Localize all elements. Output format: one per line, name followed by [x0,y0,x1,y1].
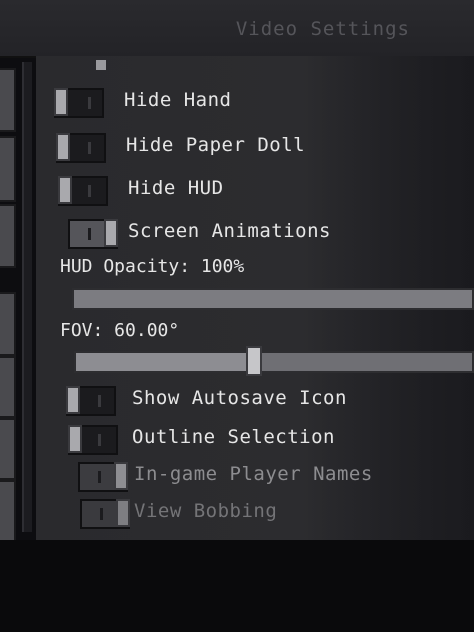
sidebar-tab[interactable] [0,136,16,202]
hide-paper-doll-toggle[interactable] [56,133,106,163]
toggle-mark [88,97,91,109]
hud-opacity-slider[interactable] [72,288,474,310]
toggle-mark [88,185,91,197]
toggle-knob [58,176,72,204]
ingame-player-names-label: In-game Player Names [134,463,373,485]
sidebar-tab[interactable] [0,68,16,132]
toggle-mark [98,434,101,446]
screen-bezel [0,540,474,632]
sidebar-tab[interactable] [0,418,16,480]
fov-slider[interactable] [74,346,474,376]
hide-hand-label: Hide Hand [124,89,232,111]
sidebar-scroll-rail[interactable] [22,62,32,532]
screen-animations-label: Screen Animations [128,220,331,242]
hide-hud-toggle[interactable] [58,176,108,206]
hide-hud-label: Hide HUD [128,177,224,199]
view-bobbing-label: View Bobbing [134,500,278,522]
show-autosave-icon-toggle[interactable] [66,386,116,416]
outline-selection-toggle[interactable] [68,425,118,455]
toggle-mark [100,508,103,520]
sidebar-tab[interactable] [0,480,16,542]
scroll-handle[interactable] [96,60,106,70]
toggle-knob [66,386,80,414]
view-bobbing-toggle[interactable] [80,499,130,529]
toggle-knob [54,88,68,116]
hud-opacity-label: HUD Opacity: 100% [60,256,245,277]
toggle-mark [98,471,101,483]
toggle-knob [68,425,82,453]
toggle-knob [114,462,128,490]
game-screen: Video Settings Hide Hand Hide Paper Doll [0,0,474,632]
toggle-knob [56,133,70,161]
outline-selection-label: Outline Selection [132,426,335,448]
show-autosave-icon-label: Show Autosave Icon [132,387,347,409]
hud-opacity-fill [74,290,472,308]
sidebar-tab[interactable] [0,356,16,418]
page-title: Video Settings [235,18,410,40]
fov-label: FOV: 60.00° [60,320,180,341]
toggle-mark [88,142,91,154]
sidebar-tab[interactable] [0,292,16,356]
toggle-mark [98,395,101,407]
settings-sidebar [0,56,24,546]
title-bar: Video Settings [0,0,474,58]
ingame-player-names-toggle[interactable] [78,462,128,492]
hide-hand-toggle[interactable] [54,88,104,118]
toggle-knob [116,499,130,527]
fov-fill [76,353,255,371]
hide-paper-doll-label: Hide Paper Doll [126,134,306,156]
screen-animations-toggle[interactable] [68,219,118,249]
sidebar-tab[interactable] [0,204,16,268]
fov-slider-thumb[interactable] [246,346,263,376]
toggle-knob [104,219,118,247]
toggle-mark [88,228,91,240]
